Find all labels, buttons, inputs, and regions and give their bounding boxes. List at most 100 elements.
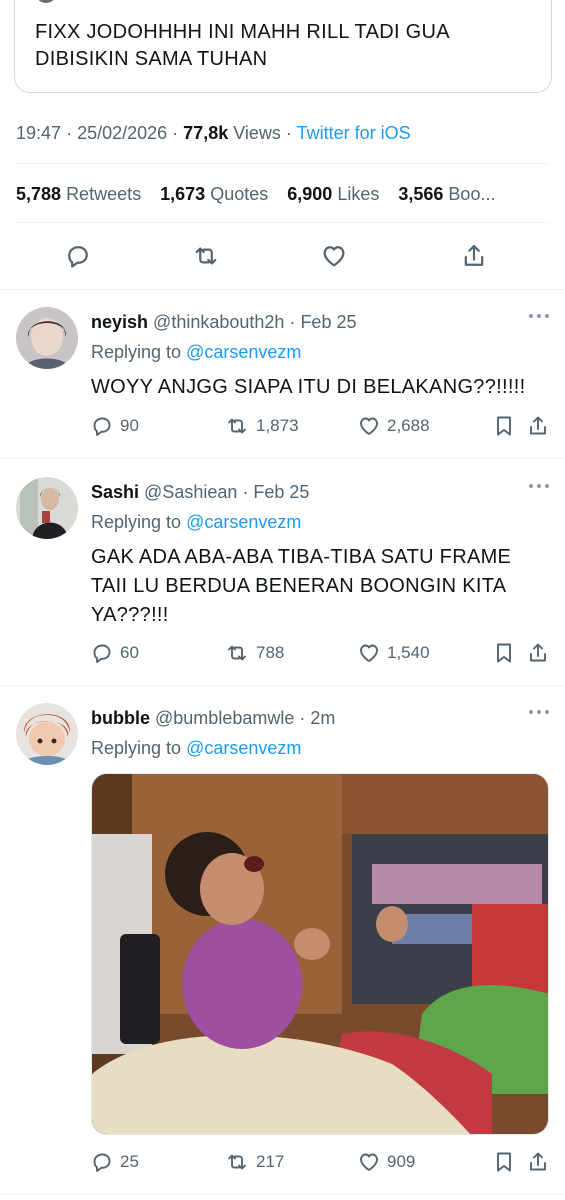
reply-count: 60 — [120, 643, 139, 662]
reply-header: bubble @bumblebamwle · 2m — [91, 708, 336, 728]
like-button[interactable] — [318, 240, 350, 272]
replying-to: Replying to @carsenvezm — [91, 341, 549, 363]
divider — [0, 1194, 565, 1195]
main-tweet-actions — [0, 240, 565, 274]
share-icon — [464, 244, 484, 266]
reply-count: 90 — [120, 416, 139, 435]
retweets-count: 5,788 — [16, 184, 62, 204]
like-count: 909 — [387, 1152, 416, 1171]
display-name[interactable]: neyish — [91, 312, 148, 332]
reply-button[interactable]: 25 — [90, 1149, 139, 1175]
replying-to: Replying to @carsenvezm — [91, 737, 549, 759]
divider — [0, 685, 565, 686]
tweet-stats: 5,788 Retweets 1,673 Quotes 6,900 Likes … — [16, 184, 550, 205]
retweet-icon — [228, 645, 246, 661]
more-icon[interactable] — [529, 481, 549, 491]
like-button[interactable]: 1,540 — [357, 640, 430, 666]
quoted-tweet-card[interactable]: FIXX JODOHHHH INI MAHH RILL TADI GUA DIB… — [14, 0, 552, 93]
quotes-label: Quotes — [210, 184, 269, 204]
reply-button[interactable] — [62, 240, 94, 272]
reply-tweet[interactable]: neyish @thinkabouth2h · Feb 25 Replying … — [0, 307, 565, 457]
retweet-icon — [228, 418, 246, 434]
retweet-button[interactable]: 1,873 — [224, 413, 299, 439]
reply-icon — [93, 417, 111, 436]
reply-actions: 90 1,873 2,688 — [0, 413, 565, 441]
reply-header: neyish @thinkabouth2h · Feb 25 — [91, 312, 357, 332]
likes-label: Likes — [337, 184, 380, 204]
share-button[interactable] — [526, 1149, 556, 1175]
retweet-count: 788 — [256, 643, 285, 662]
retweet-count: 217 — [256, 1152, 285, 1171]
bookmark-button[interactable] — [492, 640, 522, 666]
share-button[interactable] — [526, 413, 556, 439]
likes-stat[interactable]: 6,900 Likes — [287, 184, 379, 204]
reply-time: 2m — [310, 708, 336, 728]
replying-label: Replying to — [91, 512, 182, 532]
tweet-date: 25/02/2026 — [77, 123, 168, 143]
replying-to-handle[interactable]: @carsenvezm — [186, 342, 301, 362]
like-button[interactable]: 2,688 — [357, 413, 430, 439]
quoted-tweet-text: FIXX JODOHHHH INI MAHH RILL TADI GUA DIB… — [35, 21, 449, 70]
bookmark-icon — [497, 416, 511, 436]
replying-to-handle[interactable]: @carsenvezm — [186, 512, 301, 532]
retweet-button[interactable]: 217 — [224, 1149, 284, 1175]
reply-media-image[interactable] — [91, 773, 549, 1135]
reply-button[interactable]: 90 — [90, 413, 139, 439]
avatar[interactable] — [16, 703, 78, 765]
reply-header: Sashi @Sashiean · Feb 25 — [91, 482, 310, 502]
bookmark-button[interactable] — [492, 413, 522, 439]
replying-to: Replying to @carsenvezm — [91, 511, 549, 533]
retweets-label: Retweets — [66, 184, 142, 204]
like-button[interactable]: 909 — [357, 1149, 415, 1175]
reply-time: Feb 25 — [253, 482, 310, 502]
reply-actions: 60 788 1,540 — [0, 640, 565, 668]
retweets-stat[interactable]: 5,788 Retweets — [16, 184, 141, 204]
display-name[interactable]: Sashi — [91, 482, 139, 502]
tweet-meta: 19:47 · 25/02/2026 · 77,8k Views · Twitt… — [16, 123, 411, 143]
reply-time: Feb 25 — [300, 312, 357, 332]
bookmarks-stat[interactable]: 3,566 Boo... — [398, 184, 495, 204]
like-count: 1,540 — [387, 643, 430, 662]
share-button[interactable] — [526, 640, 556, 666]
like-icon — [360, 1153, 378, 1171]
replying-to-handle[interactable]: @carsenvezm — [186, 738, 301, 758]
reply-text: WOYY ANJGG SIAPA ITU DI BELAKANG??!!!!! — [91, 376, 526, 398]
tweet-time: 19:47 — [16, 123, 62, 143]
quoted-avatar — [35, 0, 57, 3]
handle[interactable]: @thinkabouth2h — [153, 312, 284, 332]
bookmark-button[interactable] — [492, 1149, 522, 1175]
like-icon — [323, 246, 345, 267]
reply-tweet[interactable]: Sashi @Sashiean · Feb 25 Replying to @ca… — [0, 477, 565, 682]
client-link[interactable]: Twitter for iOS — [297, 123, 411, 143]
divider — [16, 222, 549, 223]
like-count: 2,688 — [387, 416, 430, 435]
likes-count: 6,900 — [287, 184, 333, 204]
share-button[interactable] — [458, 240, 490, 272]
reply-button[interactable]: 60 — [90, 640, 139, 666]
more-icon[interactable] — [529, 311, 549, 321]
reply-count: 25 — [120, 1152, 139, 1171]
retweet-icon — [228, 1154, 246, 1170]
reply-text: GAK ADA ABA-ABA TIBA-TIBA SATU FRAME TAI… — [91, 546, 512, 626]
replying-label: Replying to — [91, 342, 182, 362]
retweet-button[interactable] — [190, 240, 222, 272]
reply-icon — [93, 1153, 111, 1172]
views-label: Views — [233, 123, 281, 143]
reply-icon — [68, 246, 88, 268]
quotes-stat[interactable]: 1,673 Quotes — [160, 184, 268, 204]
retweet-count: 1,873 — [256, 416, 299, 435]
bookmark-icon — [497, 1152, 511, 1172]
quotes-count: 1,673 — [160, 184, 206, 204]
avatar[interactable] — [16, 477, 78, 539]
avatar[interactable] — [16, 307, 78, 369]
share-icon — [530, 643, 546, 662]
more-icon[interactable] — [529, 707, 549, 717]
divider — [0, 289, 565, 290]
reply-tweet[interactable]: bubble @bumblebamwle · 2m Replying to @c… — [0, 703, 565, 1193]
display-name[interactable]: bubble — [91, 708, 150, 728]
handle[interactable]: @Sashiean — [144, 482, 237, 502]
bookmarks-count: 3,566 — [398, 184, 444, 204]
handle[interactable]: @bumblebamwle — [155, 708, 294, 728]
views-count: 77,8k — [183, 123, 229, 143]
retweet-button[interactable]: 788 — [224, 640, 284, 666]
